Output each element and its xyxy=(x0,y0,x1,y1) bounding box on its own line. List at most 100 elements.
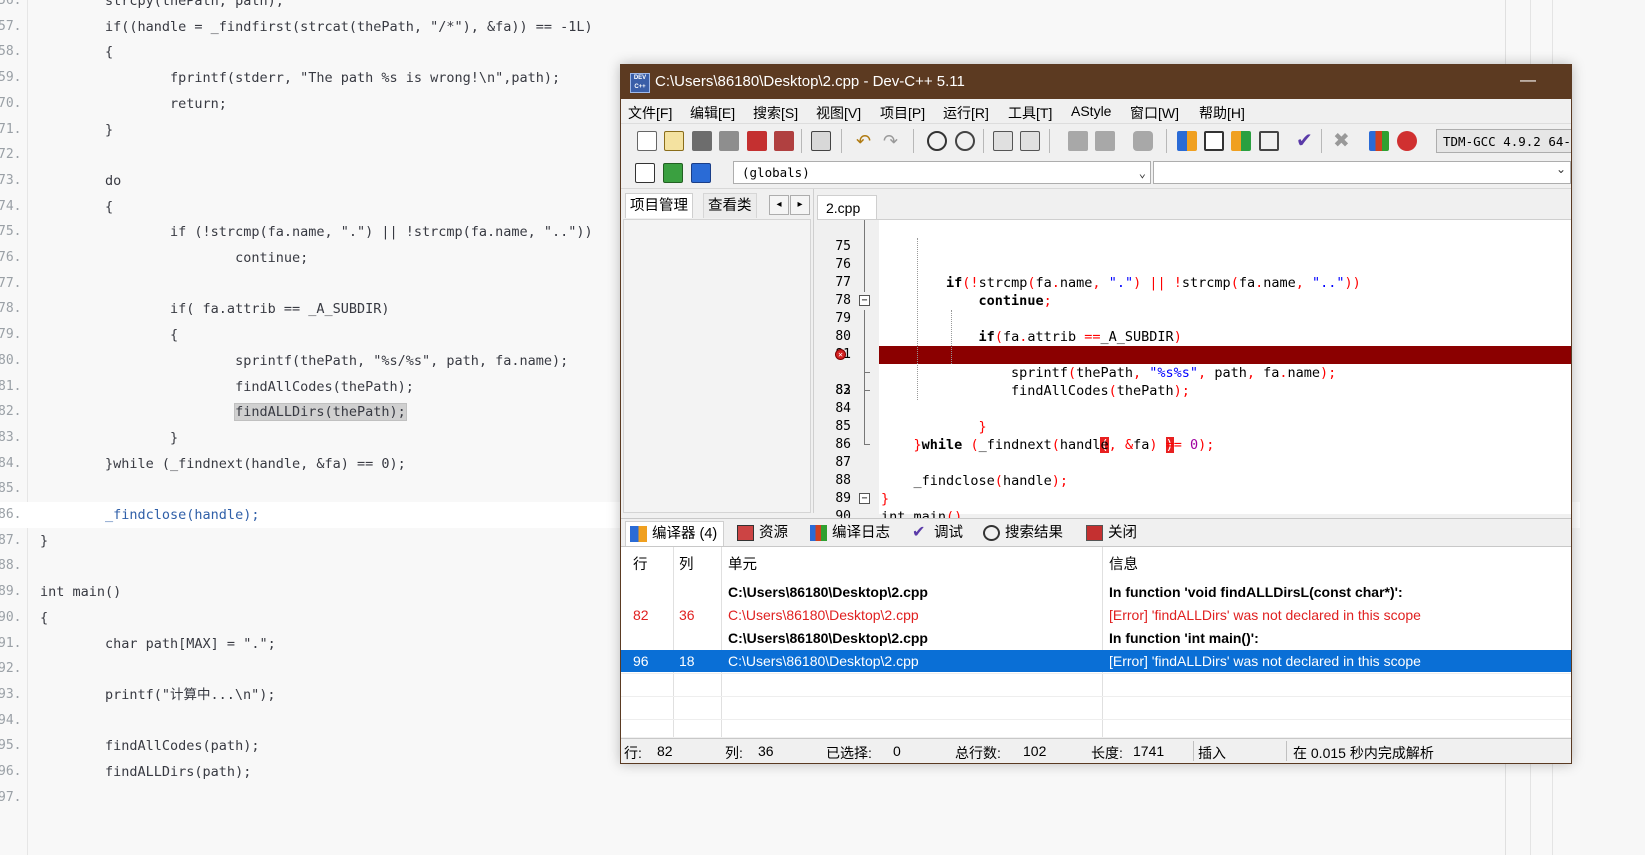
tab-close[interactable]: 关闭 xyxy=(1082,521,1143,545)
rebuild-icon[interactable] xyxy=(1259,131,1279,151)
editor-line: 83 } xyxy=(817,364,1571,435)
syntax-check-icon[interactable]: ✔ xyxy=(1296,131,1316,151)
save-all-icon[interactable] xyxy=(719,131,739,151)
insert-icon[interactable] xyxy=(635,163,655,183)
menu-edit[interactable]: 编辑[E] xyxy=(690,103,735,123)
menu-help[interactable]: 帮助[H] xyxy=(1199,103,1245,123)
minimize-button[interactable]: — xyxy=(1516,69,1540,93)
background-line-number: 94. xyxy=(0,713,22,728)
new-file-icon[interactable] xyxy=(637,131,657,151)
message-line: 96 xyxy=(633,653,649,669)
background-line-text: { xyxy=(40,199,114,215)
tab-resources[interactable]: 资源 xyxy=(733,521,794,545)
message-row[interactable]: C:\Users\86180\Desktop\2.cpp In function… xyxy=(621,627,1571,649)
fold-collapse-icon[interactable]: − xyxy=(857,292,871,310)
redo-icon[interactable]: ↷ xyxy=(883,131,903,151)
status-length-label: 长度: xyxy=(1091,745,1123,761)
tab-class-browser[interactable]: 查看类 xyxy=(703,193,757,218)
menu-search[interactable]: 搜索[S] xyxy=(753,103,798,123)
row-divider xyxy=(621,696,1571,697)
project-tree[interactable] xyxy=(623,219,811,513)
editor-line: 80 sprintf(thePath, "%s%s", path, fa.nam… xyxy=(817,310,1571,381)
compiler-select[interactable]: TDM-GCC 4.9.2 64-bit Release xyxy=(1436,129,1571,153)
fold-marker xyxy=(857,418,871,436)
compile-icon[interactable] xyxy=(1177,131,1197,151)
toolbar-separator xyxy=(983,129,984,153)
tab-scroll-left-icon[interactable]: ◂ xyxy=(769,195,789,215)
toolbar-separator xyxy=(1049,129,1050,153)
background-line-number: 95. xyxy=(0,738,22,753)
menu-bar: 文件[F] 编辑[E] 搜索[S] 视图[V] 项目[P] 运行[R] 工具[T… xyxy=(621,99,1571,123)
chevron-down-icon: ⌄ xyxy=(1138,166,1146,180)
save-icon[interactable] xyxy=(692,131,712,151)
run-icon[interactable] xyxy=(1204,131,1224,151)
background-line-text: continue; xyxy=(40,250,309,266)
tab-debug[interactable]: ✔ 调试 xyxy=(908,521,969,545)
background-line-text: } xyxy=(40,533,49,549)
background-line-text: return; xyxy=(40,96,227,112)
editor-line: 78 if(fa.attrib ==_A_SUBDIR) xyxy=(817,274,1571,345)
background-code-line: 97. xyxy=(0,785,1580,811)
background-line-text: printf("计算中...\n"); xyxy=(40,687,276,703)
background-line-text: do xyxy=(40,173,122,189)
message-row[interactable]: C:\Users\86180\Desktop\2.cpp In function… xyxy=(621,581,1571,603)
members-dropdown[interactable]: ⌄ xyxy=(1153,161,1571,184)
goto-bookmark-icon[interactable] xyxy=(691,163,711,183)
search-results-icon xyxy=(983,525,1000,541)
column-header-col[interactable]: 列 xyxy=(679,553,694,574)
replace-icon[interactable] xyxy=(955,131,975,151)
fold-collapse-icon[interactable]: − xyxy=(857,490,871,508)
class-toolbar: (globals) ⌄ ⌄ xyxy=(621,158,1571,189)
column-header-line[interactable]: 行 xyxy=(633,553,648,574)
close-file-icon[interactable] xyxy=(747,131,767,151)
back-icon[interactable] xyxy=(1068,131,1088,151)
row-divider xyxy=(621,719,1571,720)
menu-tools[interactable]: 工具[T] xyxy=(1008,103,1052,123)
tab-compiler[interactable]: 编译器 (4) xyxy=(625,521,725,546)
bookmark-icon[interactable] xyxy=(1133,131,1153,151)
tab-project-manager[interactable]: 项目管理 xyxy=(625,193,693,218)
message-row[interactable]: 82 36 C:\Users\86180\Desktop\2.cpp [Erro… xyxy=(621,604,1571,626)
stop-execution-icon[interactable]: ✖ xyxy=(1333,131,1353,151)
code-editor[interactable]: 75 if(!strcmp(fa.name, ".") || !strcmp(f… xyxy=(817,219,1571,561)
message-unit: C:\Users\86180\Desktop\2.cpp xyxy=(728,607,919,623)
column-header-unit[interactable]: 单元 xyxy=(728,553,757,574)
menu-run[interactable]: 运行[R] xyxy=(943,103,989,123)
undo-icon[interactable]: ↶ xyxy=(856,131,876,151)
unindent-icon[interactable] xyxy=(1020,131,1040,151)
background-code-line: 57. if((handle = _findfirst(strcat(thePa… xyxy=(0,14,1580,40)
editor-line: 79 − { xyxy=(817,292,1571,363)
menu-project[interactable]: 项目[P] xyxy=(880,103,925,123)
tab-search-results[interactable]: 搜索结果 xyxy=(979,521,1069,545)
compile-run-icon[interactable] xyxy=(1231,131,1251,151)
tab-search-results-label: 搜索结果 xyxy=(1005,525,1063,541)
menu-window[interactable]: 窗口[W] xyxy=(1130,103,1179,123)
main-toolbar: ↶ ↷ ✔ ✖ TDM-GCC 4.9.2 64-bit Release xyxy=(621,123,1571,159)
globals-dropdown[interactable]: (globals) ⌄ xyxy=(733,161,1151,184)
column-header-message[interactable]: 信息 xyxy=(1109,553,1138,574)
menu-file[interactable]: 文件[F] xyxy=(628,103,672,123)
toggle-bookmark-icon[interactable] xyxy=(663,163,683,183)
forward-icon[interactable] xyxy=(1095,131,1115,151)
open-file-icon[interactable] xyxy=(664,131,684,151)
menu-view[interactable]: 视图[V] xyxy=(816,103,861,123)
window-title: C:\Users\86180\Desktop\2.cpp - Dev-C++ 5… xyxy=(655,73,965,90)
background-line-text: }while (_findnext(handle, &fa) == 0); xyxy=(40,456,406,472)
chevron-down-icon: ⌄ xyxy=(1555,162,1566,176)
find-icon[interactable] xyxy=(927,131,947,151)
profile-icon[interactable] xyxy=(1369,131,1389,151)
message-row-selected[interactable]: 96 18 C:\Users\86180\Desktop\2.cpp [Erro… xyxy=(621,650,1571,672)
indent-icon[interactable] xyxy=(993,131,1013,151)
tab-compile-log[interactable]: 编译日志 xyxy=(806,521,896,545)
tab-scroll-right-icon[interactable]: ▸ xyxy=(790,195,810,215)
menu-astyle[interactable]: AStyle xyxy=(1071,103,1111,119)
tab-2-cpp[interactable]: 2.cpp xyxy=(817,195,877,219)
background-line-number: 90. xyxy=(0,610,22,625)
delete-profile-icon[interactable] xyxy=(1397,131,1417,151)
background-line-number: 71. xyxy=(0,122,22,137)
print-icon[interactable] xyxy=(811,131,831,151)
background-line-number: 70. xyxy=(0,96,22,111)
title-bar[interactable]: DEV C++ C:\Users\86180\Desktop\2.cpp - D… xyxy=(621,65,1571,99)
close-all-icon[interactable] xyxy=(774,131,794,151)
status-col-value: 36 xyxy=(758,743,774,759)
